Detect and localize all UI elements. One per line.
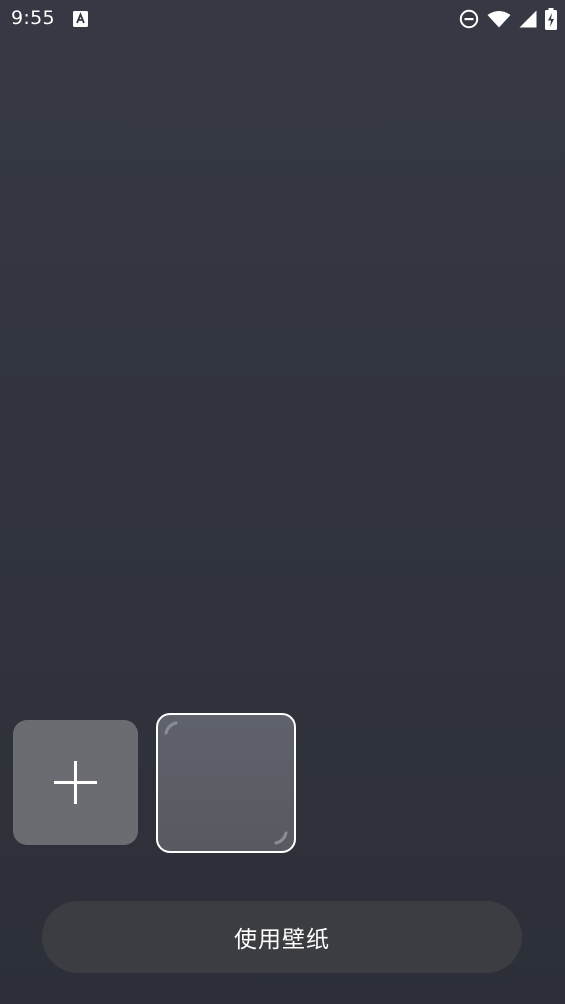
wifi-icon bbox=[487, 10, 511, 28]
status-bar: 9:55 bbox=[0, 0, 565, 40]
cellular-signal-icon bbox=[519, 10, 537, 28]
glass-shine-decoration bbox=[164, 721, 288, 845]
battery-charging-icon bbox=[545, 8, 557, 30]
wallpaper-screen: 9:55 使用壁纸 bbox=[0, 0, 565, 1004]
wallpaper-thumbnail-selected[interactable] bbox=[156, 713, 296, 853]
add-wallpaper-button[interactable] bbox=[13, 720, 138, 845]
status-time: 9:55 bbox=[11, 7, 55, 29]
apply-wallpaper-button[interactable]: 使用壁纸 bbox=[42, 901, 522, 973]
plus-icon bbox=[54, 761, 97, 804]
font-a-notification-icon bbox=[73, 11, 88, 27]
do-not-disturb-icon bbox=[459, 9, 479, 29]
status-icons bbox=[459, 8, 557, 30]
